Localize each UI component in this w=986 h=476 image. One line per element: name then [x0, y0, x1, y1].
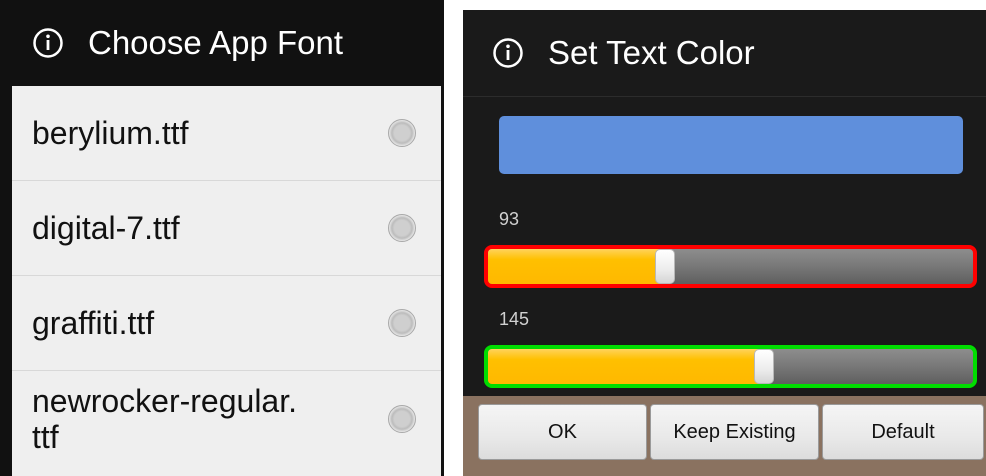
radio-button[interactable]	[388, 119, 416, 147]
radio-button[interactable]	[388, 404, 416, 433]
green-slider-fill	[488, 349, 764, 384]
dialog-title: Choose App Font	[88, 24, 344, 61]
ok-button[interactable]: OK	[478, 404, 647, 460]
dialog-title-bar: Set Text Color	[463, 10, 986, 97]
font-option-label: graffiti.ttf	[32, 305, 155, 341]
font-option-newrocker-regular[interactable]: newrocker-regular. ttf	[12, 371, 441, 466]
font-option-label: digital-7.ttf	[32, 210, 180, 246]
keep-existing-button[interactable]: Keep Existing	[650, 404, 819, 460]
info-icon	[32, 27, 64, 59]
green-slider-thumb[interactable]	[754, 349, 774, 384]
font-option-graffiti[interactable]: graffiti.ttf	[12, 276, 441, 371]
green-slider[interactable]	[484, 345, 977, 388]
radio-button[interactable]	[388, 214, 416, 242]
red-slider[interactable]	[484, 245, 977, 288]
dialog-title: Set Text Color	[548, 34, 755, 71]
green-value-label: 145	[499, 309, 530, 329]
red-slider-fill	[488, 249, 665, 284]
font-option-digital-7[interactable]: digital-7.ttf	[12, 181, 441, 276]
dialog-button-bar: OK Keep Existing Default	[463, 396, 986, 476]
red-slider-thumb[interactable]	[655, 249, 675, 284]
font-option-label: berylium.ttf	[32, 115, 189, 151]
info-icon	[492, 37, 524, 69]
choose-font-dialog: Choose App Font berylium.ttf digital-7.t…	[0, 0, 444, 476]
default-button[interactable]: Default	[822, 404, 984, 460]
font-option-label: newrocker-regular. ttf	[32, 382, 297, 455]
red-value-label: 93	[499, 209, 520, 229]
font-list: berylium.ttf digital-7.ttf graffiti.ttf …	[12, 86, 441, 476]
font-option-berylium[interactable]: berylium.ttf	[12, 86, 441, 181]
radio-button[interactable]	[388, 309, 416, 337]
set-text-color-dialog: Set Text Color 93 145 OK Keep Existing D…	[463, 10, 986, 476]
color-preview-swatch	[499, 116, 963, 174]
dialog-title-bar: Choose App Font	[0, 0, 444, 86]
